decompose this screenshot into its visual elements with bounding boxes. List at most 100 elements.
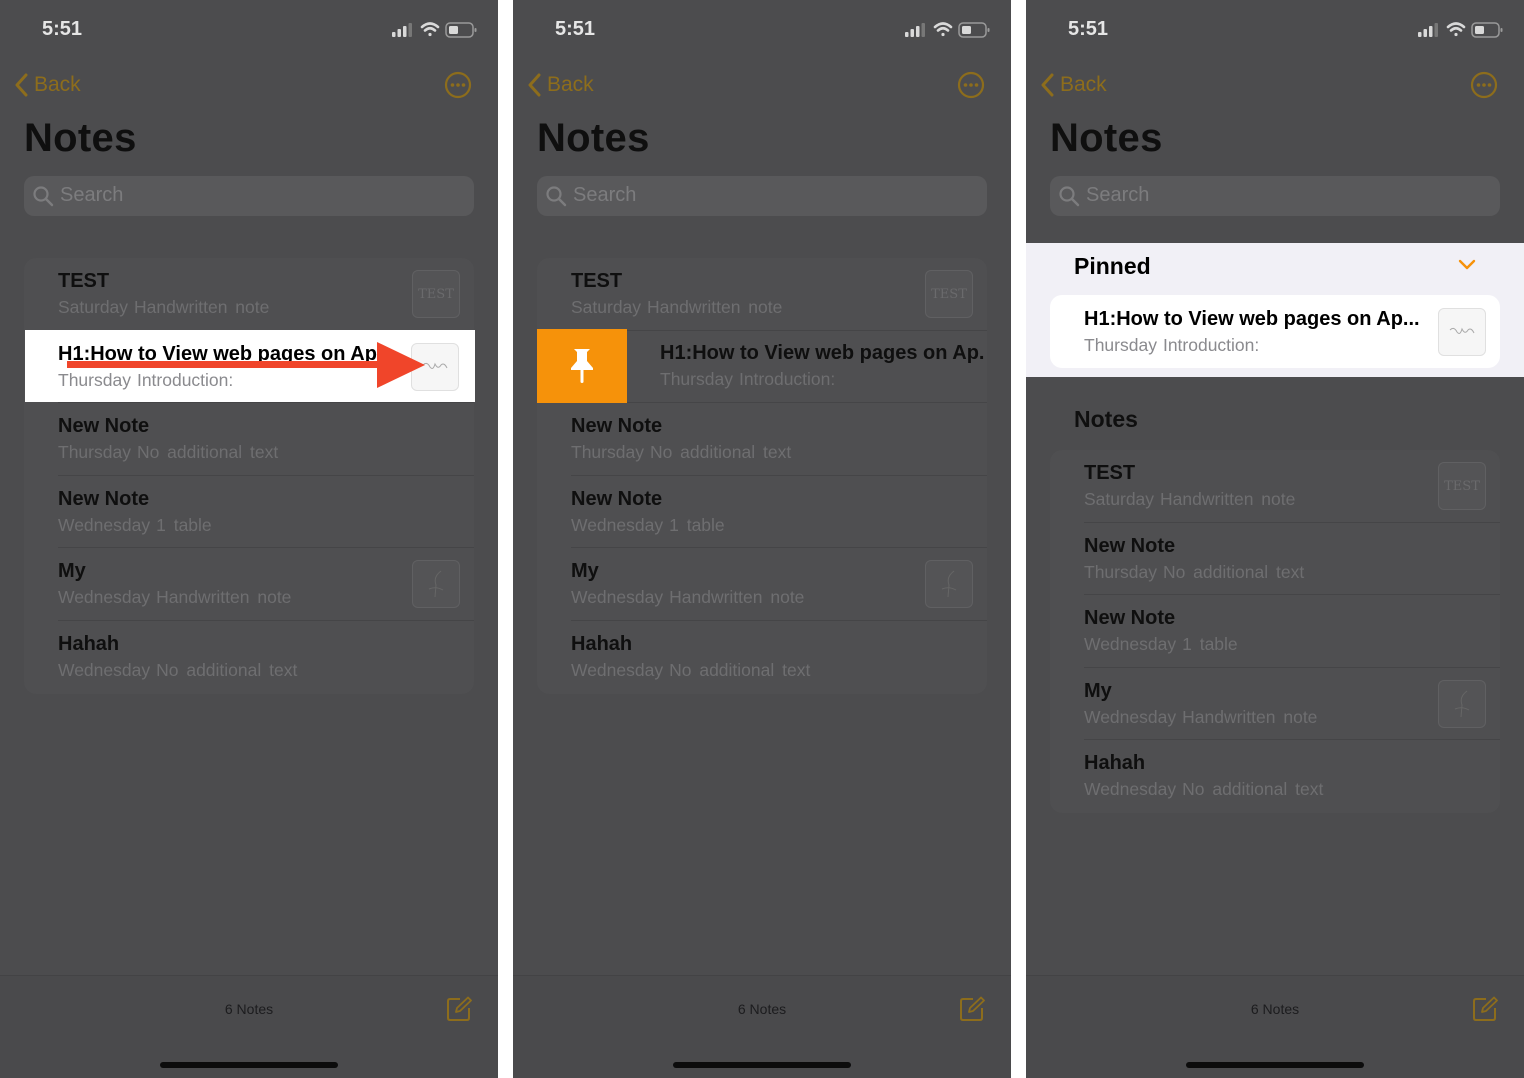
note-date: Thursday [571,442,644,463]
signal-icon [392,23,412,37]
note-title: New Note [1084,607,1176,630]
note-date: Wednesday [571,659,664,680]
compose-icon[interactable] [1472,996,1498,1022]
note-preview: 1 table [669,514,725,535]
list-item[interactable]: New Note Wednesday 1 table [537,476,987,549]
note-title: H1:How to View web pages on Ap... [1084,308,1420,330]
compose-icon[interactable] [446,996,472,1022]
status-icons [1418,22,1503,38]
status-icons [905,22,990,38]
battery-icon [1471,22,1503,38]
note-preview: Introduction: [1162,335,1260,355]
list-item[interactable]: Hahah Wednesday No additional text [537,621,987,694]
notes-count: 6 Notes [1250,1001,1300,1017]
notes-section-header: Notes [1074,406,1138,432]
chevron-down-icon[interactable] [1458,259,1476,271]
note-date: Wednesday [58,514,151,535]
notes-list: TEST Saturday Handwritten note TEST New N… [537,258,987,694]
note-title: Hahah [571,632,633,655]
note-date: Saturday [58,297,129,317]
list-item[interactable]: My Wednesday Handwritten note [24,548,474,621]
signal-icon [1418,23,1438,37]
list-item[interactable]: New Note Thursday No additional text [537,403,987,476]
note-preview: 1 table [1182,634,1238,655]
list-item[interactable]: New Note Thursday No additional text [1050,523,1500,596]
pin-icon [571,349,593,383]
battery-icon [958,22,990,38]
list-item[interactable]: New Note Wednesday 1 table [24,476,474,549]
wifi-icon [933,22,953,37]
ellipsis-circle-icon[interactable] [957,71,985,99]
list-item[interactable]: Hahah Wednesday No additional text [1050,740,1500,813]
pinned-section-header: Pinned [1074,253,1151,279]
note-date: Thursday [58,442,131,463]
pin-action-button[interactable] [537,329,627,403]
chevron-left-icon [528,73,541,97]
chevron-left-icon [1041,73,1054,97]
list-item[interactable]: TEST Saturday Handwritten note TEST [24,258,474,331]
note-date: Wednesday [1084,634,1177,655]
compose-icon[interactable] [959,996,985,1022]
note-date: Thursday [660,369,733,389]
note-date: Thursday [1084,561,1157,582]
back-button[interactable]: Back [1040,70,1107,100]
note-title: New Note [1084,534,1176,557]
list-item[interactable]: TEST Saturday Handwritten note TEST [537,258,987,331]
note-title: TEST [571,270,623,292]
list-item[interactable]: Hahah Wednesday No additional text [24,621,474,694]
back-button[interactable]: Back [14,70,81,100]
bottom-toolbar: 6 Notes [0,975,498,1078]
home-indicator [673,1062,851,1068]
note-thumbnail: TEST [412,270,460,318]
list-item[interactable]: TEST Saturday Handwritten note TEST [1050,450,1500,523]
note-date: Wednesday [571,587,664,608]
search-field[interactable]: Search [1050,176,1500,216]
note-title: My [571,560,599,583]
note-preview: No additional text [669,659,811,680]
ellipsis-circle-icon[interactable] [1470,71,1498,99]
battery-icon [445,22,477,38]
search-placeholder: Search [1086,184,1150,206]
page-title: Notes [537,116,650,160]
signal-icon [905,23,925,37]
home-indicator [1186,1062,1364,1068]
phone-screen-pin-action: 5:51 Back Notes Search TEST Saturday Hand… [513,0,1011,1078]
note-preview: Handwritten note [669,587,805,608]
sketch-icon [1449,327,1475,334]
sketch-icon [428,570,444,598]
swiped-note-title: H1:How to View web pages on Ap. [660,342,985,364]
note-preview: Introduction: [738,369,836,389]
status-time: 5:51 [42,18,83,40]
phone-screen-swipe-gesture: 5:51 Back Notes Search TEST Saturday Hand… [0,0,498,1078]
search-field[interactable]: Search [537,176,987,216]
sketch-icon [941,570,957,598]
note-thumbnail [925,560,973,609]
ellipsis-circle-icon[interactable] [444,71,472,99]
note-thumbnail: TEST [1438,462,1486,510]
note-title: Hahah [58,632,120,655]
list-item[interactable]: My Wednesday Handwritten note [537,548,987,621]
wifi-icon [1446,22,1466,37]
home-indicator [160,1062,338,1068]
note-preview: 1 table [156,514,212,535]
note-preview: Handwritten note [647,297,783,317]
pinned-note-item[interactable]: H1:How to View web pages on Ap... Thursd… [1050,295,1500,368]
note-title: New Note [58,487,150,510]
back-label: Back [34,73,81,96]
status-icons [392,22,477,38]
back-button[interactable]: Back [527,70,594,100]
back-label: Back [547,73,594,96]
pinned-section: Pinned H1:How to View web pages on Ap...… [1026,243,1524,377]
note-thumbnail [1438,679,1486,728]
search-field[interactable]: Search [24,176,474,216]
list-item[interactable]: My Wednesday Handwritten note [1050,668,1500,741]
bottom-toolbar: 6 Notes [1026,975,1524,1078]
notes-count: 6 Notes [224,1001,274,1017]
note-title: TEST [1084,462,1136,484]
notes-count: 6 Notes [737,1001,787,1017]
note-date: Thursday [1084,335,1157,355]
note-preview: Handwritten note [1160,489,1296,509]
list-item[interactable]: New Note Thursday No additional text [24,403,474,476]
list-item[interactable]: New Note Wednesday 1 table [1050,595,1500,668]
bottom-toolbar: 6 Notes [513,975,1011,1078]
